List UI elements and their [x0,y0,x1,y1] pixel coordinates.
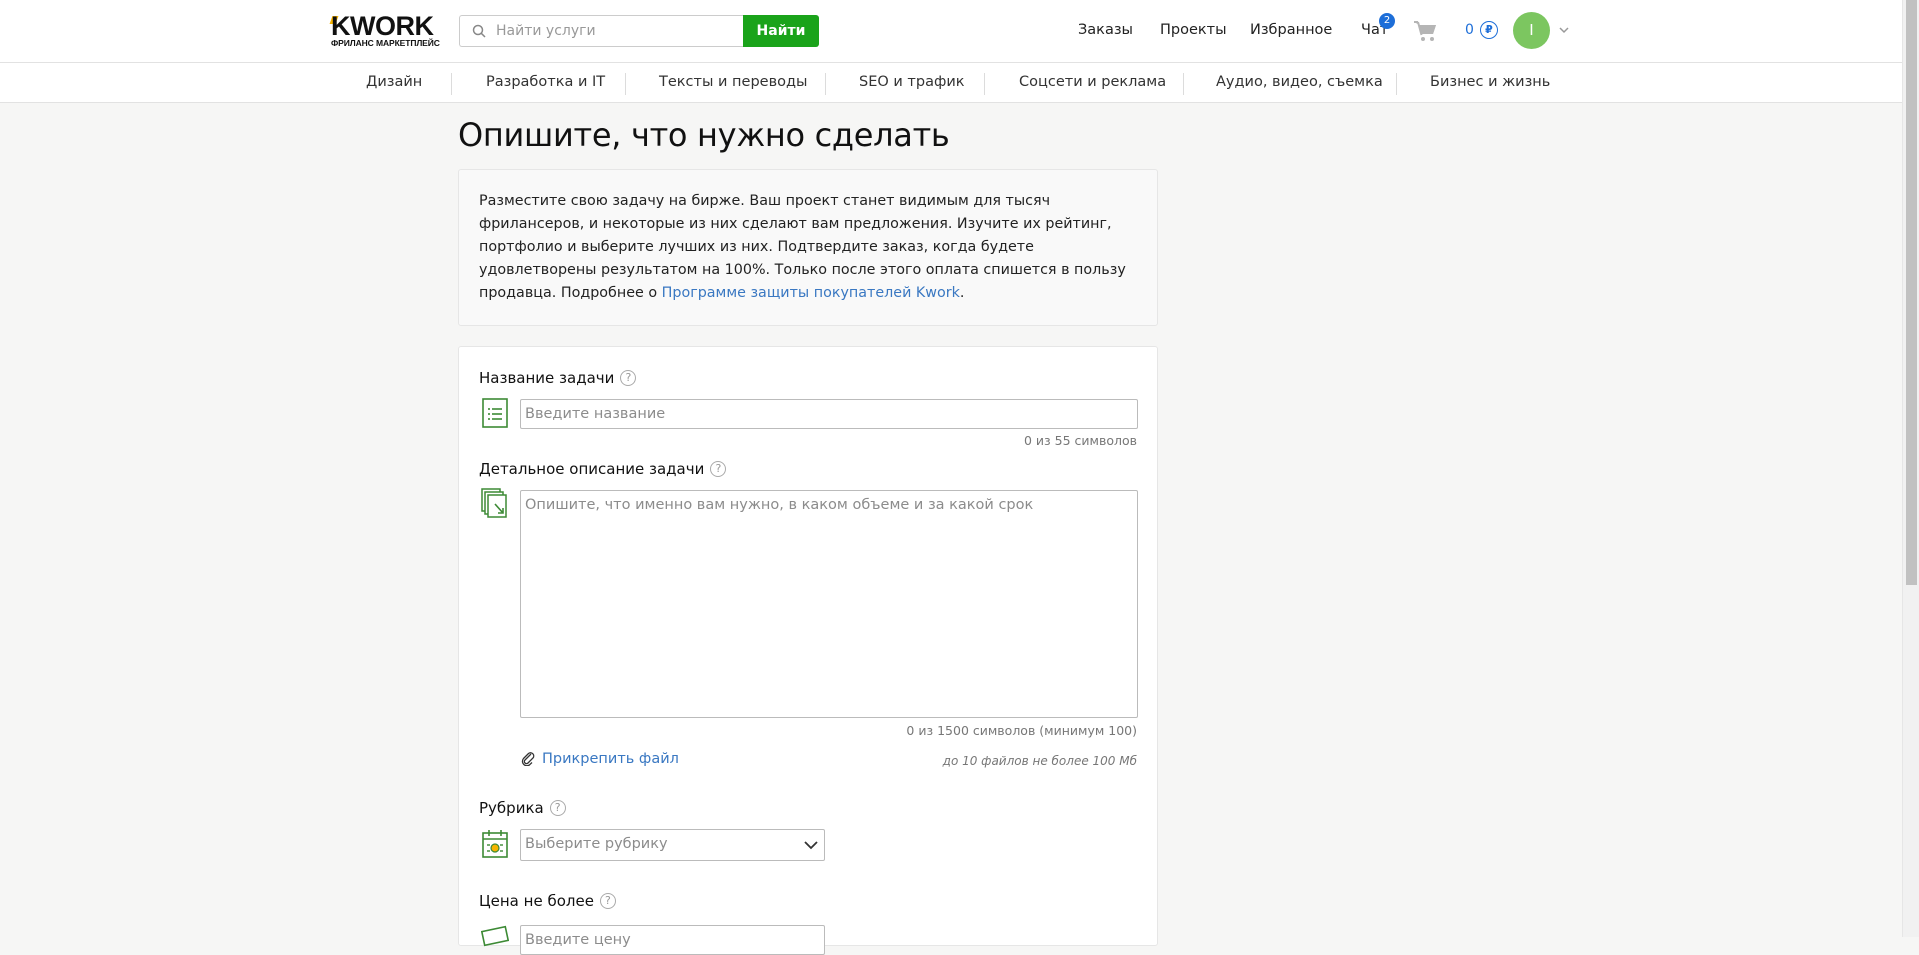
category-design[interactable]: Дизайн [366,74,422,90]
category-audio-video[interactable]: Аудио, видео, съемка [1216,74,1383,90]
category-divider [451,73,452,95]
logo-subtitle: ФРИЛАНС МАРКЕТПЛЕЙС [331,38,440,48]
kwork-logo[interactable]: KWORK ФРИЛАНС МАРКЕТПЛЕЙС [329,11,446,51]
help-icon[interactable]: ? [620,369,637,386]
category-development[interactable]: Разработка и IT [486,74,605,90]
buyer-protection-link[interactable]: Программе защиты покупателей Kwork [662,285,960,301]
category-bar: Дизайн Разработка и IT Тексты и переводы… [0,63,1902,103]
logo-text: KWORK [331,11,434,41]
search-input[interactable] [496,16,736,46]
attach-file-link[interactable]: Прикрепить файл [520,751,679,767]
description-label-text: Детальное описание задачи [479,460,705,478]
attach-note: до 10 файлов не более 100 Мб [942,754,1137,768]
search-box [459,15,743,47]
document-edit-icon [481,488,507,518]
category-texts[interactable]: Тексты и переводы [659,74,807,90]
category-divider [984,73,985,95]
header: KWORK ФРИЛАНС МАРКЕТПЛЕЙС Найти Заказы П… [0,0,1902,63]
category-business[interactable]: Бизнес и жизнь [1430,74,1550,90]
description-counter: 0 из 1500 символов (минимум 100) [906,723,1137,738]
category-label-text: Рубрика [479,799,544,817]
avatar[interactable]: I [1513,12,1550,49]
page-scrollbar[interactable] [1902,0,1919,937]
description-label: Детальное описание задачи? [479,460,727,478]
paperclip-icon [521,752,535,766]
description-textarea[interactable] [520,490,1138,718]
nav-favorites[interactable]: Избранное [1250,22,1332,38]
category-divider [1183,73,1184,95]
category-seo[interactable]: SEO и трафик [859,74,965,90]
price-label: Цена не более? [479,892,616,910]
task-list-icon [482,398,508,428]
category-social[interactable]: Соцсети и реклама [1019,74,1166,90]
task-name-counter: 0 из 55 символов [1024,433,1137,448]
calendar-icon [482,830,508,858]
chevron-down-icon [804,841,818,850]
help-icon[interactable]: ? [710,460,727,477]
project-form: Название задачи? 0 из 55 символов Деталь… [458,346,1158,955]
page-title: Опишите, что нужно сделать [458,116,950,154]
task-name-input[interactable] [520,399,1138,429]
task-name-label-text: Название задачи [479,369,615,387]
chat-unread-badge: 2 [1379,13,1395,29]
balance-amount[interactable]: 0 [1465,22,1474,38]
scrollbar-thumb[interactable] [1906,0,1917,585]
info-text-end: . [959,285,965,301]
category-divider [825,73,826,95]
cart-icon[interactable] [1413,20,1437,42]
category-select-value: Выберите рубрику [525,836,668,852]
help-icon[interactable]: ? [599,892,616,909]
category-divider [1396,73,1397,95]
ruble-icon[interactable]: ₽ [1480,21,1498,39]
category-label: Рубрика? [479,799,566,817]
search-button[interactable]: Найти [743,15,819,47]
help-icon[interactable]: ? [549,799,566,816]
price-input[interactable] [520,925,825,955]
chevron-down-icon[interactable] [1558,24,1570,36]
info-box: Разместите свою задачу на бирже. Ваш про… [458,169,1158,326]
price-label-text: Цена не более [479,892,594,910]
nav-projects[interactable]: Проекты [1160,22,1227,38]
money-icon [481,925,509,947]
category-select[interactable]: Выберите рубрику [520,829,825,861]
search-icon [472,24,486,38]
attach-file-label: Прикрепить файл [542,751,679,767]
task-name-label: Название задачи? [479,369,637,387]
category-divider [625,73,626,95]
nav-orders[interactable]: Заказы [1078,22,1133,38]
